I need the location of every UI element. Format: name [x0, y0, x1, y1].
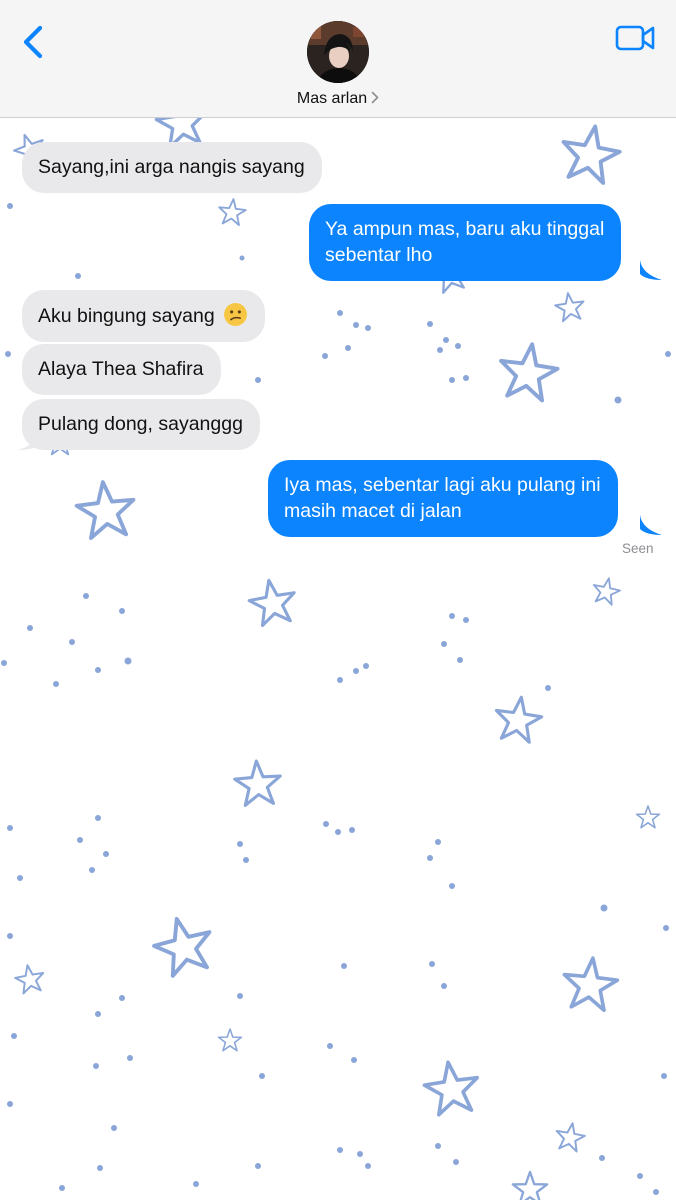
message-text-line: masih macet di jalan: [284, 500, 462, 522]
contact-name-button[interactable]: Mas arlan: [0, 90, 676, 108]
message-thread[interactable]: Sayang,ini arga nangis sayang Ya ampun m…: [0, 118, 676, 1200]
message-text: Sayang,ini arga nangis sayang: [38, 156, 305, 178]
video-camera-icon: [615, 25, 655, 51]
incoming-message[interactable]: Pulang dong, sayanggg: [22, 399, 260, 450]
incoming-message[interactable]: Alaya Thea Shafira: [22, 344, 221, 395]
bubble-tail: [640, 260, 662, 280]
chevron-right-icon: [371, 91, 379, 104]
nav-header: Mas arlan: [0, 0, 676, 118]
message-text-line: sebentar lho: [325, 244, 433, 266]
contact-name: Mas arlan: [296, 90, 368, 107]
incoming-message[interactable]: Aku bingung sayang: [22, 290, 266, 342]
back-button[interactable]: [14, 20, 54, 68]
confused-face-emoji: [224, 303, 248, 326]
message-text-line: Ya ampun mas, baru aku tinggal: [325, 218, 605, 240]
read-receipt: Seen: [622, 541, 654, 556]
incoming-message[interactable]: Sayang,ini arga nangis sayang: [22, 142, 322, 193]
contact-photo: [307, 21, 369, 83]
video-call-button[interactable]: [612, 22, 658, 56]
message-text: Aku bingung sayang: [38, 305, 215, 327]
message-text: Alaya Thea Shafira: [38, 358, 204, 380]
avatar[interactable]: [307, 21, 369, 83]
outgoing-message[interactable]: Ya ampun mas, baru aku tinggal sebentar …: [309, 204, 622, 281]
outgoing-message[interactable]: Iya mas, sebentar lagi aku pulang ini ma…: [268, 460, 618, 537]
message-text-line: Iya mas, sebentar lagi aku pulang ini: [284, 474, 601, 496]
chevron-left-icon: [23, 25, 43, 59]
message-text: Pulang dong, sayanggg: [38, 413, 243, 435]
bubble-tail: [640, 515, 662, 535]
